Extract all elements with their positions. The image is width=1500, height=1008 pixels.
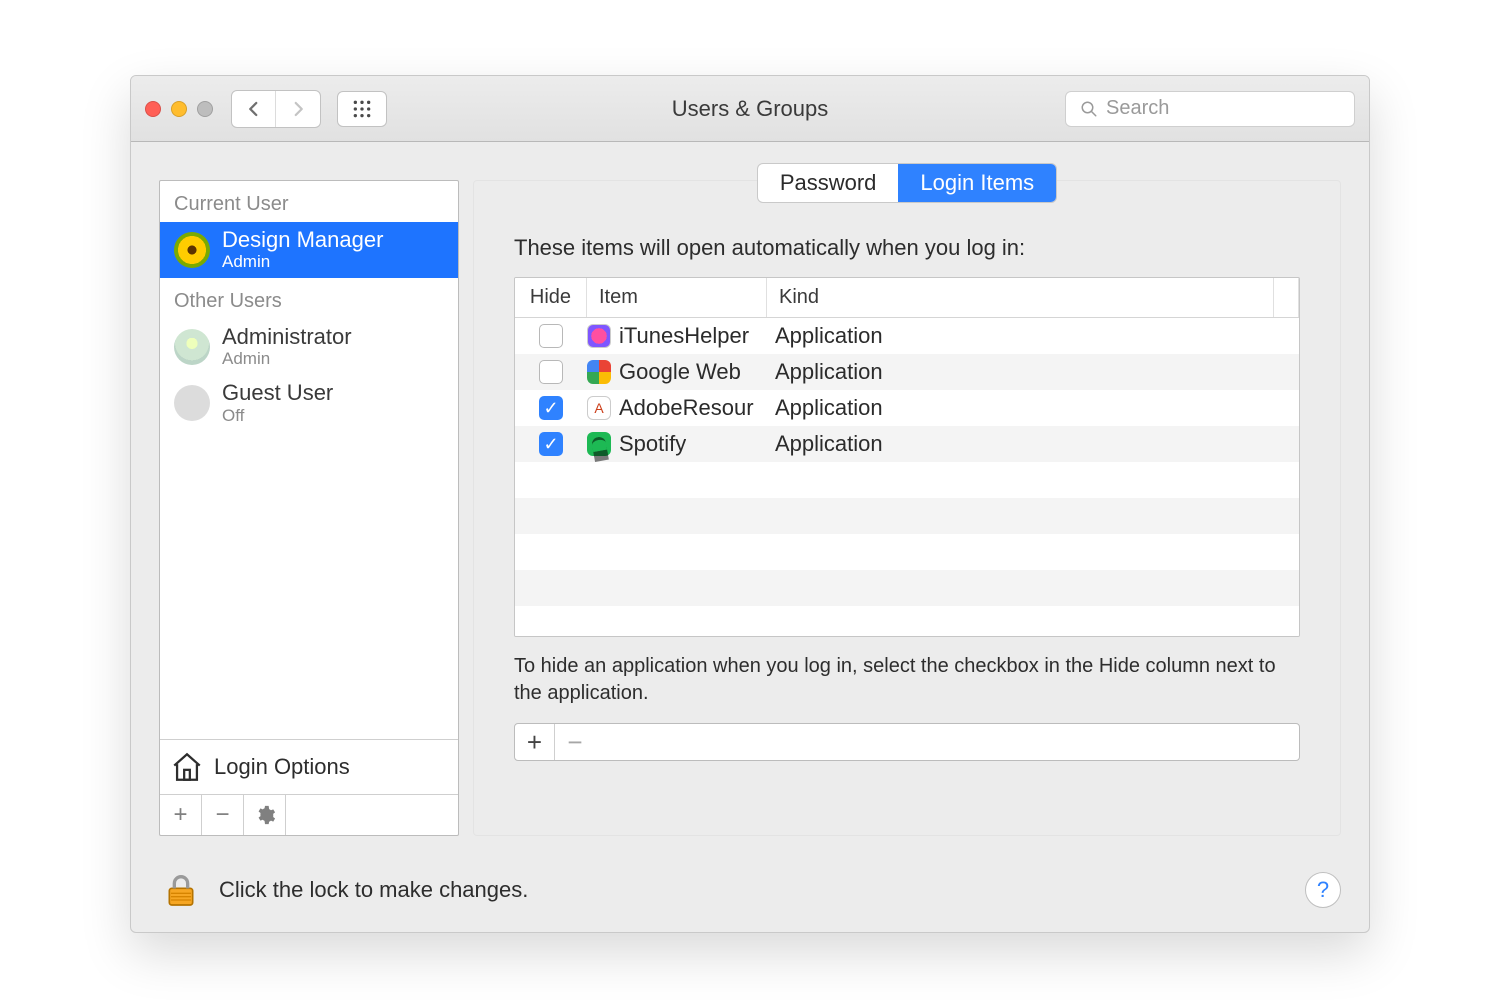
- item-cell: iTunesHelper: [587, 323, 767, 349]
- hide-checkbox[interactable]: [539, 324, 563, 348]
- kind-cell: Application: [767, 359, 1299, 385]
- help-button[interactable]: ?: [1305, 872, 1341, 908]
- close-window-button[interactable]: [145, 101, 161, 117]
- nav-buttons: [231, 90, 321, 128]
- login-options-button[interactable]: Login Options: [160, 739, 458, 794]
- table-row-empty: [515, 606, 1299, 637]
- login-options-label: Login Options: [214, 754, 350, 780]
- login-items-table: Hide Item Kind iTunesHelper Application …: [514, 277, 1300, 637]
- table-row[interactable]: AdobeResour Application: [515, 390, 1299, 426]
- table-row-empty: [515, 534, 1299, 570]
- table-body: iTunesHelper Application Google Web Appl…: [515, 318, 1299, 637]
- table-row[interactable]: iTunesHelper Application: [515, 318, 1299, 354]
- item-name: Spotify: [619, 431, 686, 457]
- app-icon: [587, 432, 611, 456]
- users-sidebar: Current User Design Manager Admin Other …: [159, 180, 459, 836]
- kind-cell: Application: [767, 431, 1299, 457]
- window-footer: Click the lock to make changes. ?: [131, 854, 1369, 932]
- main-panel: Password Login Items These items will op…: [473, 180, 1341, 836]
- remove-item-button[interactable]: −: [555, 724, 595, 760]
- app-icon: [587, 324, 611, 348]
- col-kind[interactable]: Kind: [767, 278, 1274, 317]
- lock-help-text: Click the lock to make changes.: [219, 877, 528, 903]
- maximize-window-button[interactable]: [197, 101, 213, 117]
- gear-icon: [254, 804, 276, 826]
- user-name: Administrator: [222, 325, 352, 349]
- item-name: Google Web: [619, 359, 741, 385]
- table-row[interactable]: Google Web Application: [515, 354, 1299, 390]
- login-items-subtitle: These items will open automatically when…: [514, 235, 1300, 261]
- show-all-button[interactable]: [337, 91, 387, 127]
- table-header: Hide Item Kind: [515, 278, 1299, 318]
- table-row-empty: [515, 462, 1299, 498]
- table-row[interactable]: Spotify Application: [515, 426, 1299, 462]
- item-name: AdobeResour: [619, 395, 754, 421]
- hide-help-text: To hide an application when you log in, …: [514, 653, 1300, 707]
- hide-cell: [515, 396, 587, 420]
- hide-cell: [515, 324, 587, 348]
- col-hide[interactable]: Hide: [515, 278, 587, 317]
- kind-cell: Application: [767, 395, 1299, 421]
- avatar-icon: [174, 385, 210, 421]
- hide-checkbox[interactable]: [539, 396, 563, 420]
- house-icon: [170, 750, 204, 784]
- kind-cell: Application: [767, 323, 1299, 349]
- app-icon: [587, 396, 611, 420]
- add-user-button[interactable]: +: [160, 795, 202, 835]
- hide-checkbox[interactable]: [539, 360, 563, 384]
- remove-user-button[interactable]: −: [202, 795, 244, 835]
- titlebar: Users & Groups Search: [131, 76, 1369, 142]
- item-cell: Spotify: [587, 431, 767, 457]
- forward-button[interactable]: [276, 91, 320, 127]
- search-placeholder: Search: [1106, 97, 1169, 120]
- hide-cell: [515, 360, 587, 384]
- traffic-lights: [145, 101, 213, 117]
- tab-login-items[interactable]: Login Items: [898, 164, 1056, 202]
- col-pad: [1274, 278, 1299, 317]
- sidebar-footer-spacer: [286, 795, 458, 835]
- section-other-users: Other Users: [160, 278, 458, 319]
- avatar-icon: [174, 329, 210, 365]
- user-role: Admin: [222, 252, 383, 272]
- hide-cell: [515, 432, 587, 456]
- user-row-guest[interactable]: Guest User Off: [160, 375, 458, 431]
- hide-checkbox[interactable]: [539, 432, 563, 456]
- table-row-empty: [515, 570, 1299, 606]
- user-name: Guest User: [222, 381, 333, 405]
- search-input[interactable]: Search: [1065, 91, 1355, 127]
- tab-password[interactable]: Password: [758, 164, 899, 202]
- item-name: iTunesHelper: [619, 323, 749, 349]
- user-role: Admin: [222, 349, 352, 369]
- avatar-icon: [174, 232, 210, 268]
- window-title: Users & Groups: [672, 96, 829, 122]
- lock-icon: [161, 870, 201, 910]
- lock-button[interactable]: [159, 868, 203, 912]
- col-item[interactable]: Item: [587, 278, 767, 317]
- add-remove-items: + −: [514, 723, 1300, 761]
- back-button[interactable]: [232, 91, 276, 127]
- item-cell: AdobeResour: [587, 395, 767, 421]
- sidebar-footer-buttons: + −: [160, 794, 458, 835]
- tab-bar: Password Login Items: [757, 163, 1057, 203]
- section-current-user: Current User: [160, 181, 458, 222]
- user-role: Off: [222, 406, 333, 426]
- add-item-button[interactable]: +: [515, 724, 555, 760]
- table-row-empty: [515, 498, 1299, 534]
- user-row-administrator[interactable]: Administrator Admin: [160, 319, 458, 375]
- content-area: Current User Design Manager Admin Other …: [131, 142, 1369, 854]
- user-row-current[interactable]: Design Manager Admin: [160, 222, 458, 278]
- user-name: Design Manager: [222, 228, 383, 252]
- minimize-window-button[interactable]: [171, 101, 187, 117]
- app-icon: [587, 360, 611, 384]
- user-actions-button[interactable]: [244, 795, 286, 835]
- item-cell: Google Web: [587, 359, 767, 385]
- preferences-window: Users & Groups Search Current User Desig…: [130, 75, 1370, 933]
